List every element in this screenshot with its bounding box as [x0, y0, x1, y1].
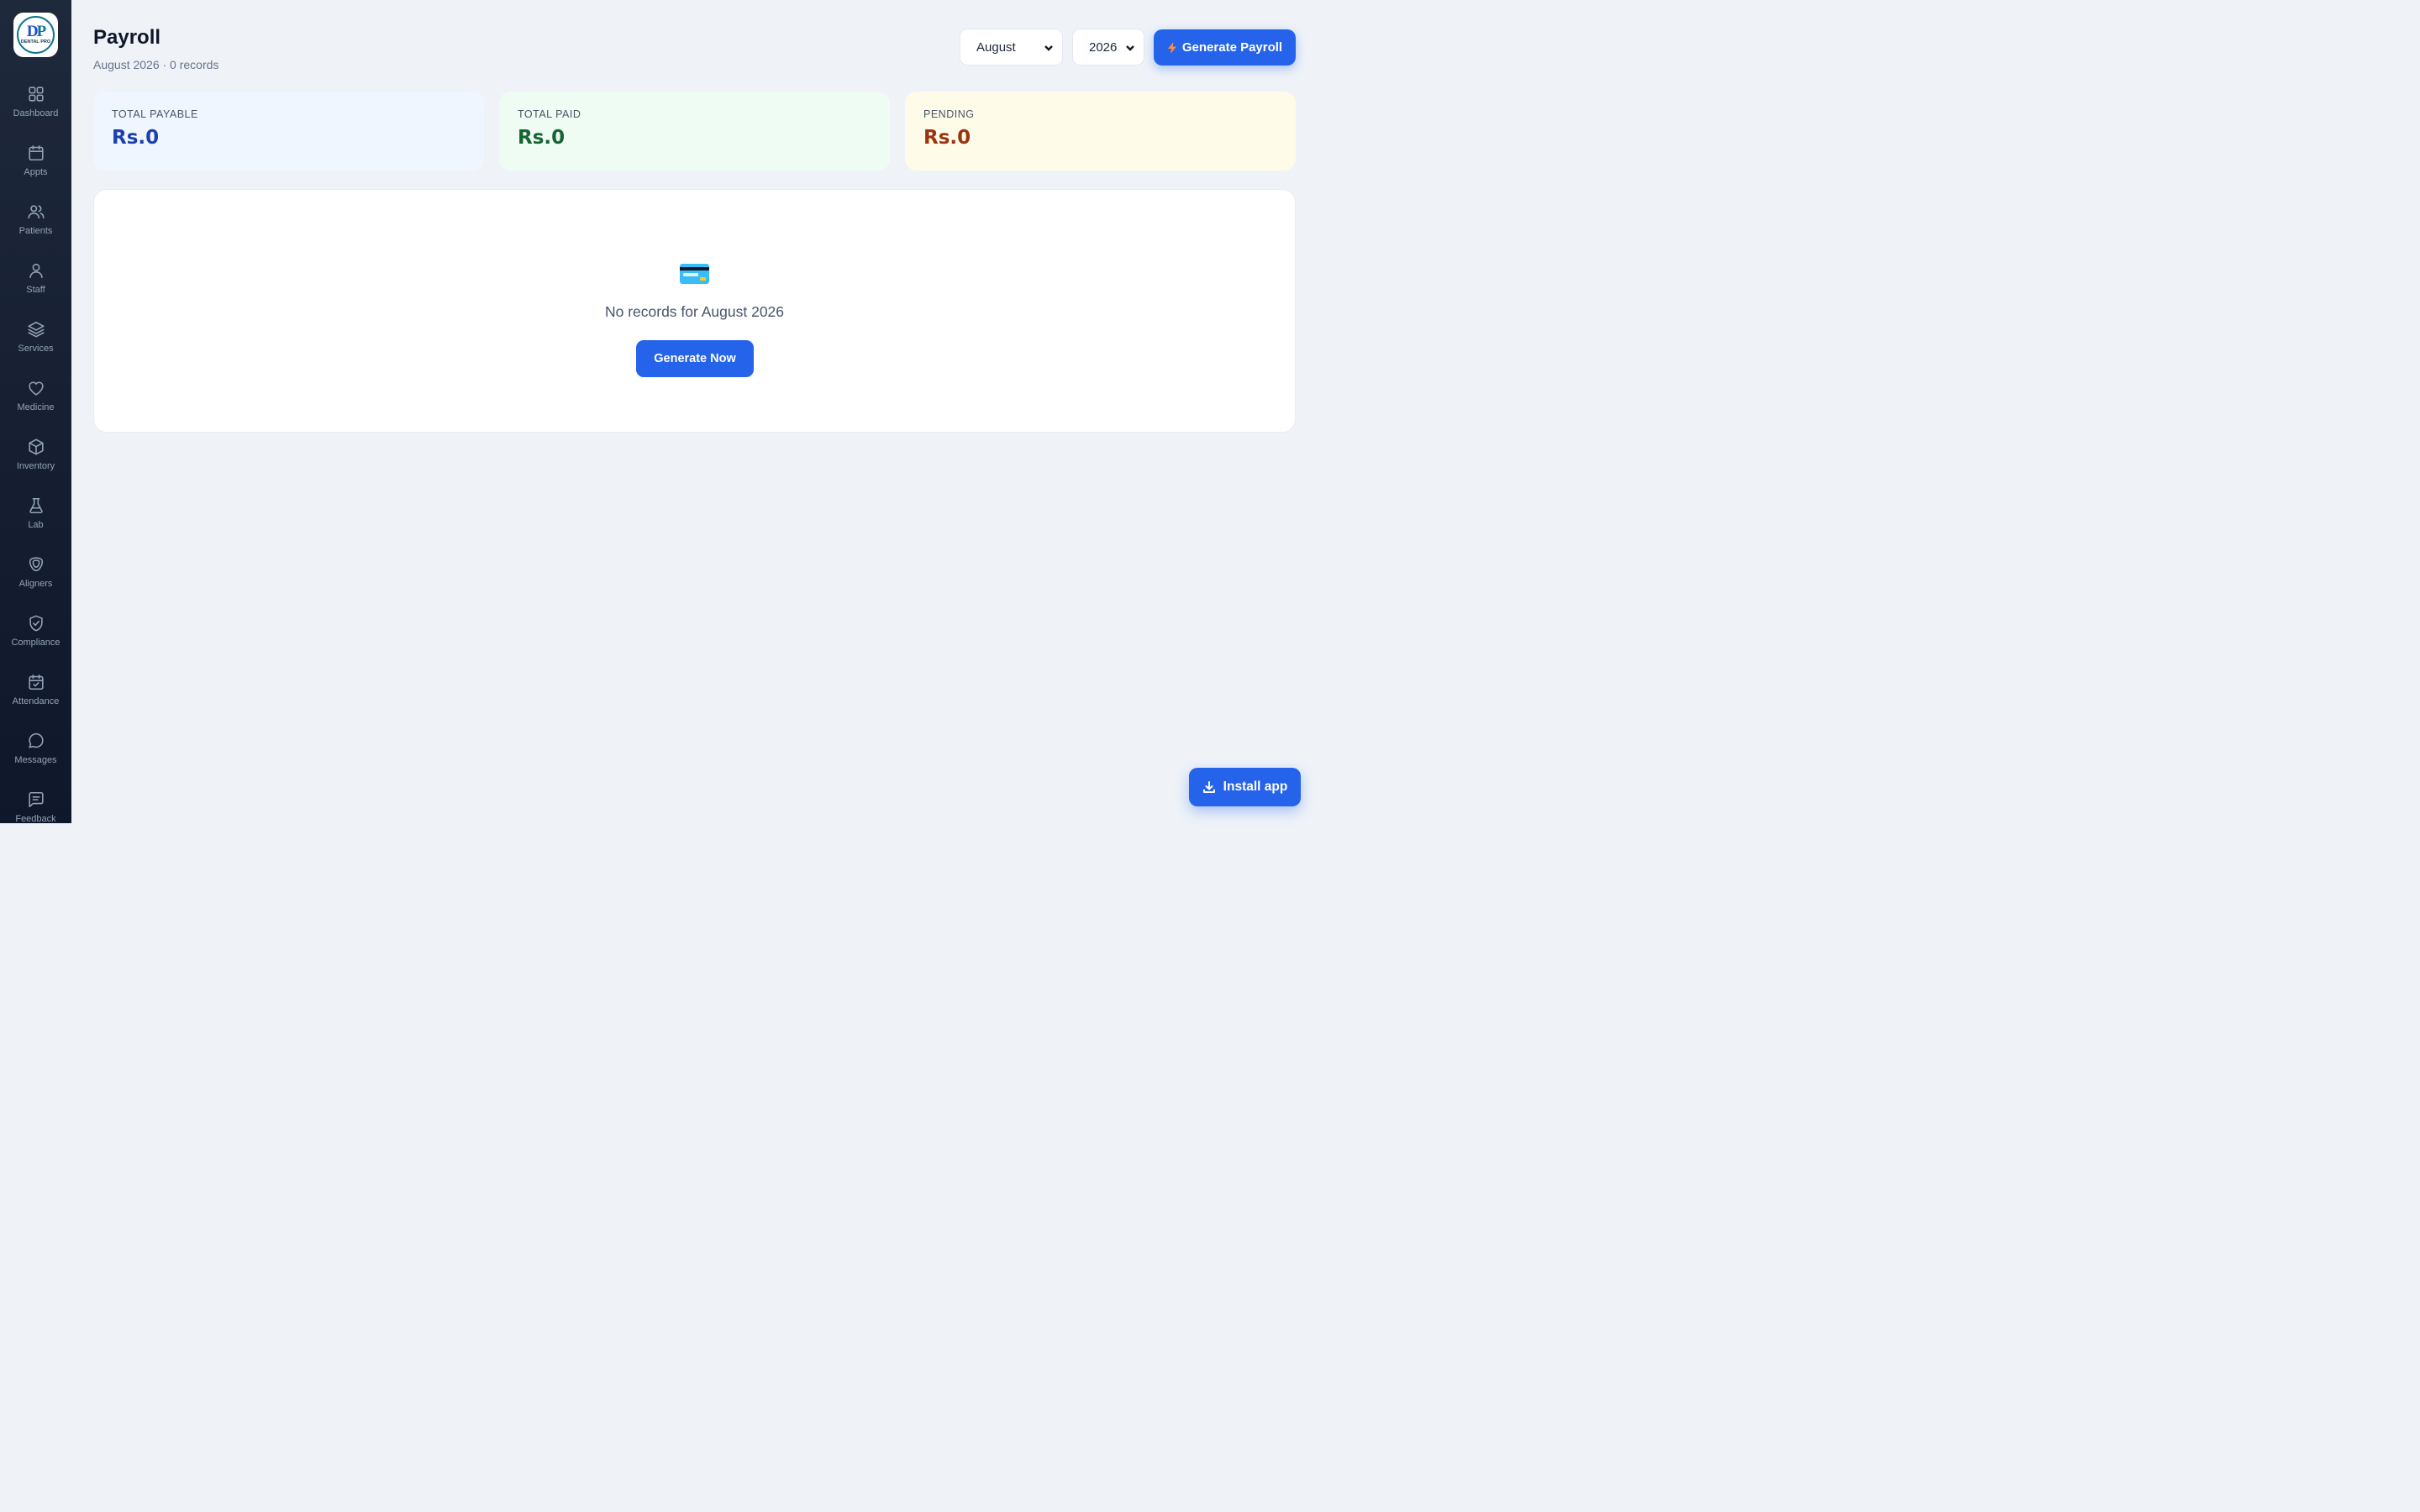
calendar-icon	[28, 144, 44, 161]
month-select-value: August	[976, 39, 1016, 55]
shield-check-icon	[29, 615, 43, 632]
sidebar-item-label: Feedback	[15, 814, 56, 823]
message-square-icon	[28, 791, 44, 808]
generate-payroll-button[interactable]: Generate Payroll	[1154, 29, 1296, 66]
sidebar-item-label: Messages	[14, 755, 57, 765]
sidebar-item-medicine[interactable]: Medicine	[0, 379, 71, 429]
user-icon	[29, 263, 43, 279]
page-title: Payroll	[93, 26, 161, 49]
sidebar-item-label: Staff	[26, 285, 45, 295]
sidebar-item-inventory[interactable]: Inventory	[0, 438, 71, 488]
sidebar-item-label: Lab	[28, 520, 44, 530]
credit-card-icon	[680, 264, 709, 284]
sidebar: DP DENTAL PRO Dashboard Appts Patients S…	[0, 0, 71, 823]
payroll-records-panel: No records for August 2026 Generate Now	[93, 189, 1296, 433]
logo-badge: DP DENTAL PRO	[17, 16, 55, 54]
stat-card-pending: PENDING Rs.0	[905, 92, 1296, 171]
box-icon	[28, 438, 44, 455]
sidebar-item-dashboard[interactable]: Dashboard	[0, 85, 71, 135]
sidebar-item-compliance[interactable]: Compliance	[0, 614, 71, 664]
grid-icon	[28, 87, 44, 102]
generate-now-button[interactable]: Generate Now	[636, 340, 754, 377]
year-select-value: 2026	[1089, 39, 1118, 55]
logo-mark: DP	[26, 23, 46, 40]
sidebar-item-label: Inventory	[16, 461, 55, 471]
aligner-icon	[29, 557, 43, 572]
layers-icon	[28, 321, 44, 338]
stat-label: PENDING	[923, 108, 975, 120]
year-select[interactable]: 2026	[1072, 29, 1144, 66]
stat-value: Rs.0	[518, 127, 566, 149]
sidebar-item-patients[interactable]: Patients	[0, 202, 71, 253]
dental-pro-logo[interactable]: DP DENTAL PRO	[13, 13, 58, 57]
sidebar-item-label: Attendance	[12, 696, 60, 706]
users-icon	[28, 205, 44, 219]
sidebar-item-label: Appts	[24, 167, 48, 177]
sidebar-item-label: Compliance	[11, 638, 60, 648]
lightning-icon	[1167, 41, 1176, 54]
sidebar-item-attendance[interactable]: Attendance	[0, 673, 71, 723]
calendar-check-icon	[28, 674, 44, 690]
heart-icon	[28, 381, 44, 396]
sidebar-item-aligners[interactable]: Aligners	[0, 555, 71, 606]
empty-state-message: No records for August 2026	[604, 303, 785, 320]
chevron-down-icon	[1044, 42, 1054, 52]
sidebar-item-feedback[interactable]: Feedback	[0, 790, 71, 823]
month-select[interactable]: August	[960, 29, 1063, 66]
sidebar-item-label: Dashboard	[13, 108, 59, 118]
stat-card-total-payable: TOTAL PAYABLE Rs.0	[93, 92, 484, 171]
stat-label: TOTAL PAYABLE	[112, 108, 198, 120]
message-circle-icon	[28, 732, 44, 748]
sidebar-item-messages[interactable]: Messages	[0, 732, 71, 782]
download-icon	[1202, 781, 1215, 793]
sidebar-item-label: Medicine	[17, 402, 55, 412]
generate-payroll-label: Generate Payroll	[1181, 40, 1283, 55]
chevron-down-icon	[1125, 42, 1135, 52]
flask-icon	[29, 497, 43, 514]
sidebar-item-label: Patients	[18, 226, 53, 236]
sidebar-item-label: Aligners	[18, 579, 53, 589]
stat-value: Rs.0	[923, 127, 971, 149]
sidebar-item-label: Services	[18, 344, 54, 354]
stat-value: Rs.0	[112, 127, 160, 149]
stat-label: TOTAL PAID	[518, 108, 581, 120]
sidebar-item-lab[interactable]: Lab	[0, 496, 71, 547]
install-app-label: Install app	[1223, 780, 1288, 794]
sidebar-item-staff[interactable]: Staff	[0, 261, 71, 312]
logo-text: DENTAL PRO	[20, 39, 51, 45]
install-app-button[interactable]: Install app	[1189, 768, 1301, 806]
sidebar-item-appts[interactable]: Appts	[0, 144, 71, 194]
sidebar-item-services[interactable]: Services	[0, 320, 71, 370]
page-subtitle: August 2026 · 0 records	[93, 58, 219, 71]
stat-card-total-paid: TOTAL PAID Rs.0	[499, 92, 890, 171]
